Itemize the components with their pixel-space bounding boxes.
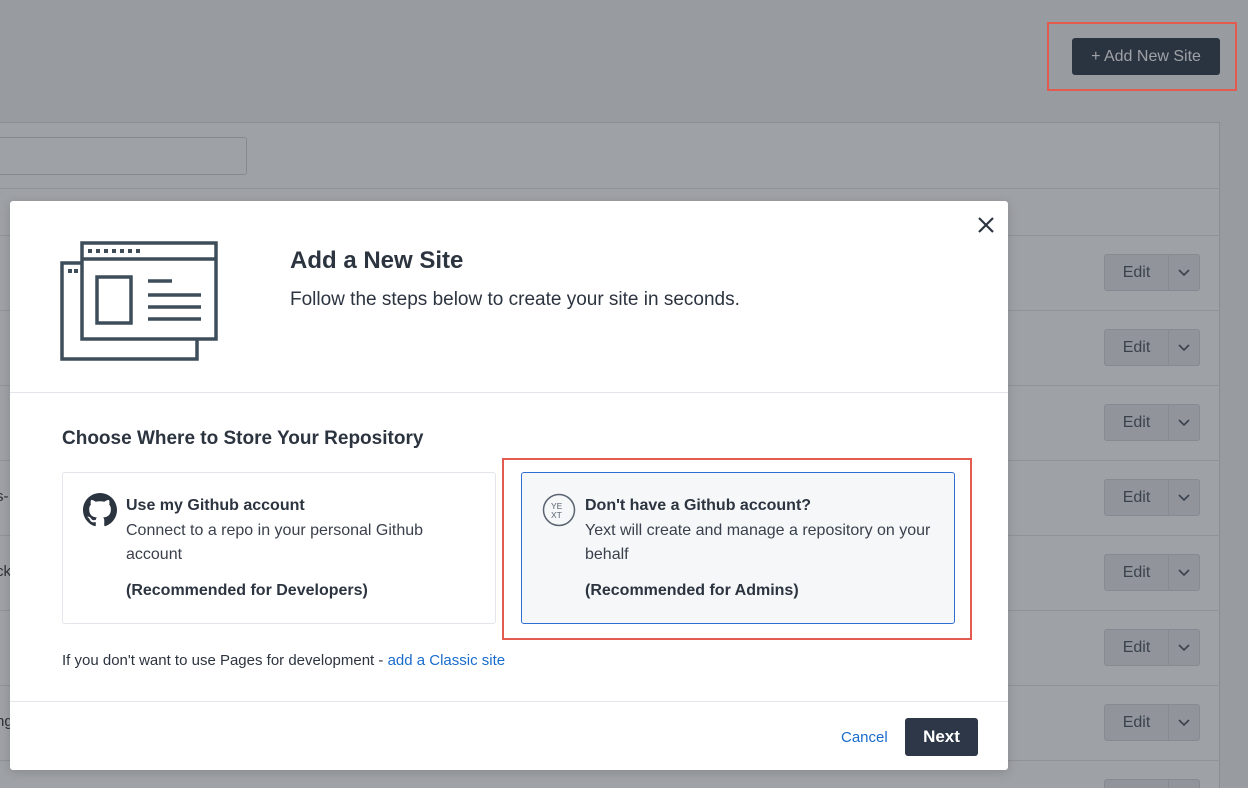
classic-site-note: If you don't want to use Pages for devel… [62,652,505,669]
github-icon [83,493,117,532]
modal-title: Add a New Site [290,247,464,274]
modal-header: Add a New Site Follow the steps below to… [10,201,1008,393]
option-github-account[interactable]: Use my Github account Connect to a repo … [62,472,496,624]
option-recommendation: (Recommended for Admins) [585,582,799,599]
cancel-button[interactable]: Cancel [841,729,888,746]
close-icon[interactable] [974,213,998,237]
modal-subtitle: Follow the steps below to create your si… [290,289,740,310]
option-description: Connect to a repo in your personal Githu… [126,522,424,563]
add-site-modal: Add a New Site Follow the steps below to… [10,201,1008,770]
classic-note-text: If you don't want to use Pages for devel… [62,652,388,669]
modal-footer: Cancel Next [10,701,1008,770]
add-classic-site-link[interactable]: add a Classic site [388,652,506,669]
svg-text:XT: XT [551,510,562,520]
yext-icon: YE XT [542,493,576,532]
next-button[interactable]: Next [905,718,978,756]
section-title: Choose Where to Store Your Repository [62,428,424,449]
option-description: Yext will create and manage a repository… [585,522,931,563]
website-illustration-icon [60,239,220,368]
option-recommendation: (Recommended for Developers) [126,582,368,599]
option-title: Don't have a Github account? [585,497,812,514]
option-yext-managed[interactable]: YE XT Don't have a Github account? Yext … [521,472,955,624]
option-title: Use my Github account [126,497,305,514]
